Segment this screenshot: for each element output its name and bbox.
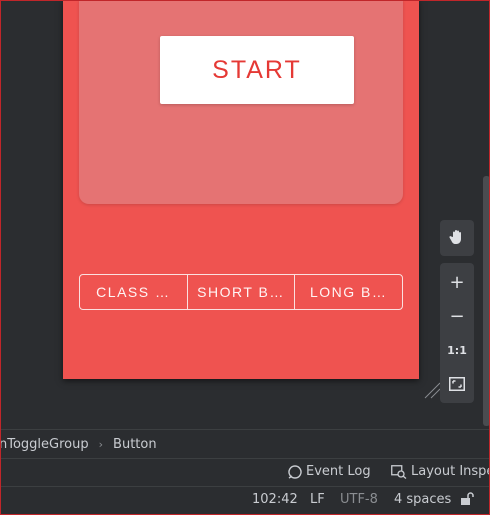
fit-screen-icon: [449, 377, 465, 391]
fit-screen-button[interactable]: [440, 367, 474, 401]
layout-inspector-icon: [391, 464, 407, 479]
caret-position[interactable]: 102:42: [252, 492, 298, 507]
resize-handle-icon[interactable]: [423, 381, 441, 399]
design-canvas[interactable]: START CLASS … SHORT B… LONG B… + − 1:1: [1, 0, 490, 428]
zoom-in-button[interactable]: +: [440, 265, 474, 299]
vertical-scrollbar[interactable]: [483, 176, 490, 426]
breadcrumb-item-toggle-group[interactable]: nToggleGroup: [0, 437, 89, 452]
breadcrumb-item-button[interactable]: Button: [113, 437, 157, 452]
status-bar: 102:42 LF UTF-8 4 spaces: [1, 486, 489, 514]
zoom-out-button[interactable]: −: [440, 299, 474, 333]
material-button-toggle-group[interactable]: CLASS … SHORT B… LONG B…: [79, 274, 403, 310]
zoom-controls: + − 1:1: [440, 263, 474, 403]
start-button[interactable]: START: [160, 36, 354, 104]
component-breadcrumb: nToggleGroup › Button: [0, 429, 489, 459]
event-log-button[interactable]: Event Log: [288, 464, 371, 479]
chevron-right-icon: ›: [98, 438, 104, 451]
preview-card: START: [79, 0, 403, 204]
event-log-label: Event Log: [306, 464, 371, 479]
pan-button[interactable]: [440, 220, 474, 256]
layout-inspector-label: Layout Inspec: [411, 464, 490, 479]
actual-size-button[interactable]: 1:1: [440, 333, 474, 367]
layout-inspector-button[interactable]: Layout Inspec: [391, 464, 490, 479]
event-log-icon: [288, 464, 302, 479]
unlock-icon[interactable]: [459, 491, 475, 507]
toggle-class-button[interactable]: CLASS …: [80, 275, 188, 309]
zoom-toolbar: + − 1:1: [440, 220, 474, 403]
tool-window-bar: Event Log Layout Inspec: [1, 458, 490, 486]
indent-setting[interactable]: 4 spaces: [394, 492, 451, 507]
hand-icon: [440, 220, 474, 254]
line-ending[interactable]: LF: [310, 492, 325, 507]
toggle-short-break-button[interactable]: SHORT B…: [188, 275, 296, 309]
toggle-long-break-button[interactable]: LONG B…: [295, 275, 402, 309]
file-encoding[interactable]: UTF-8: [340, 492, 378, 507]
device-preview[interactable]: START CLASS … SHORT B… LONG B…: [63, 0, 419, 379]
